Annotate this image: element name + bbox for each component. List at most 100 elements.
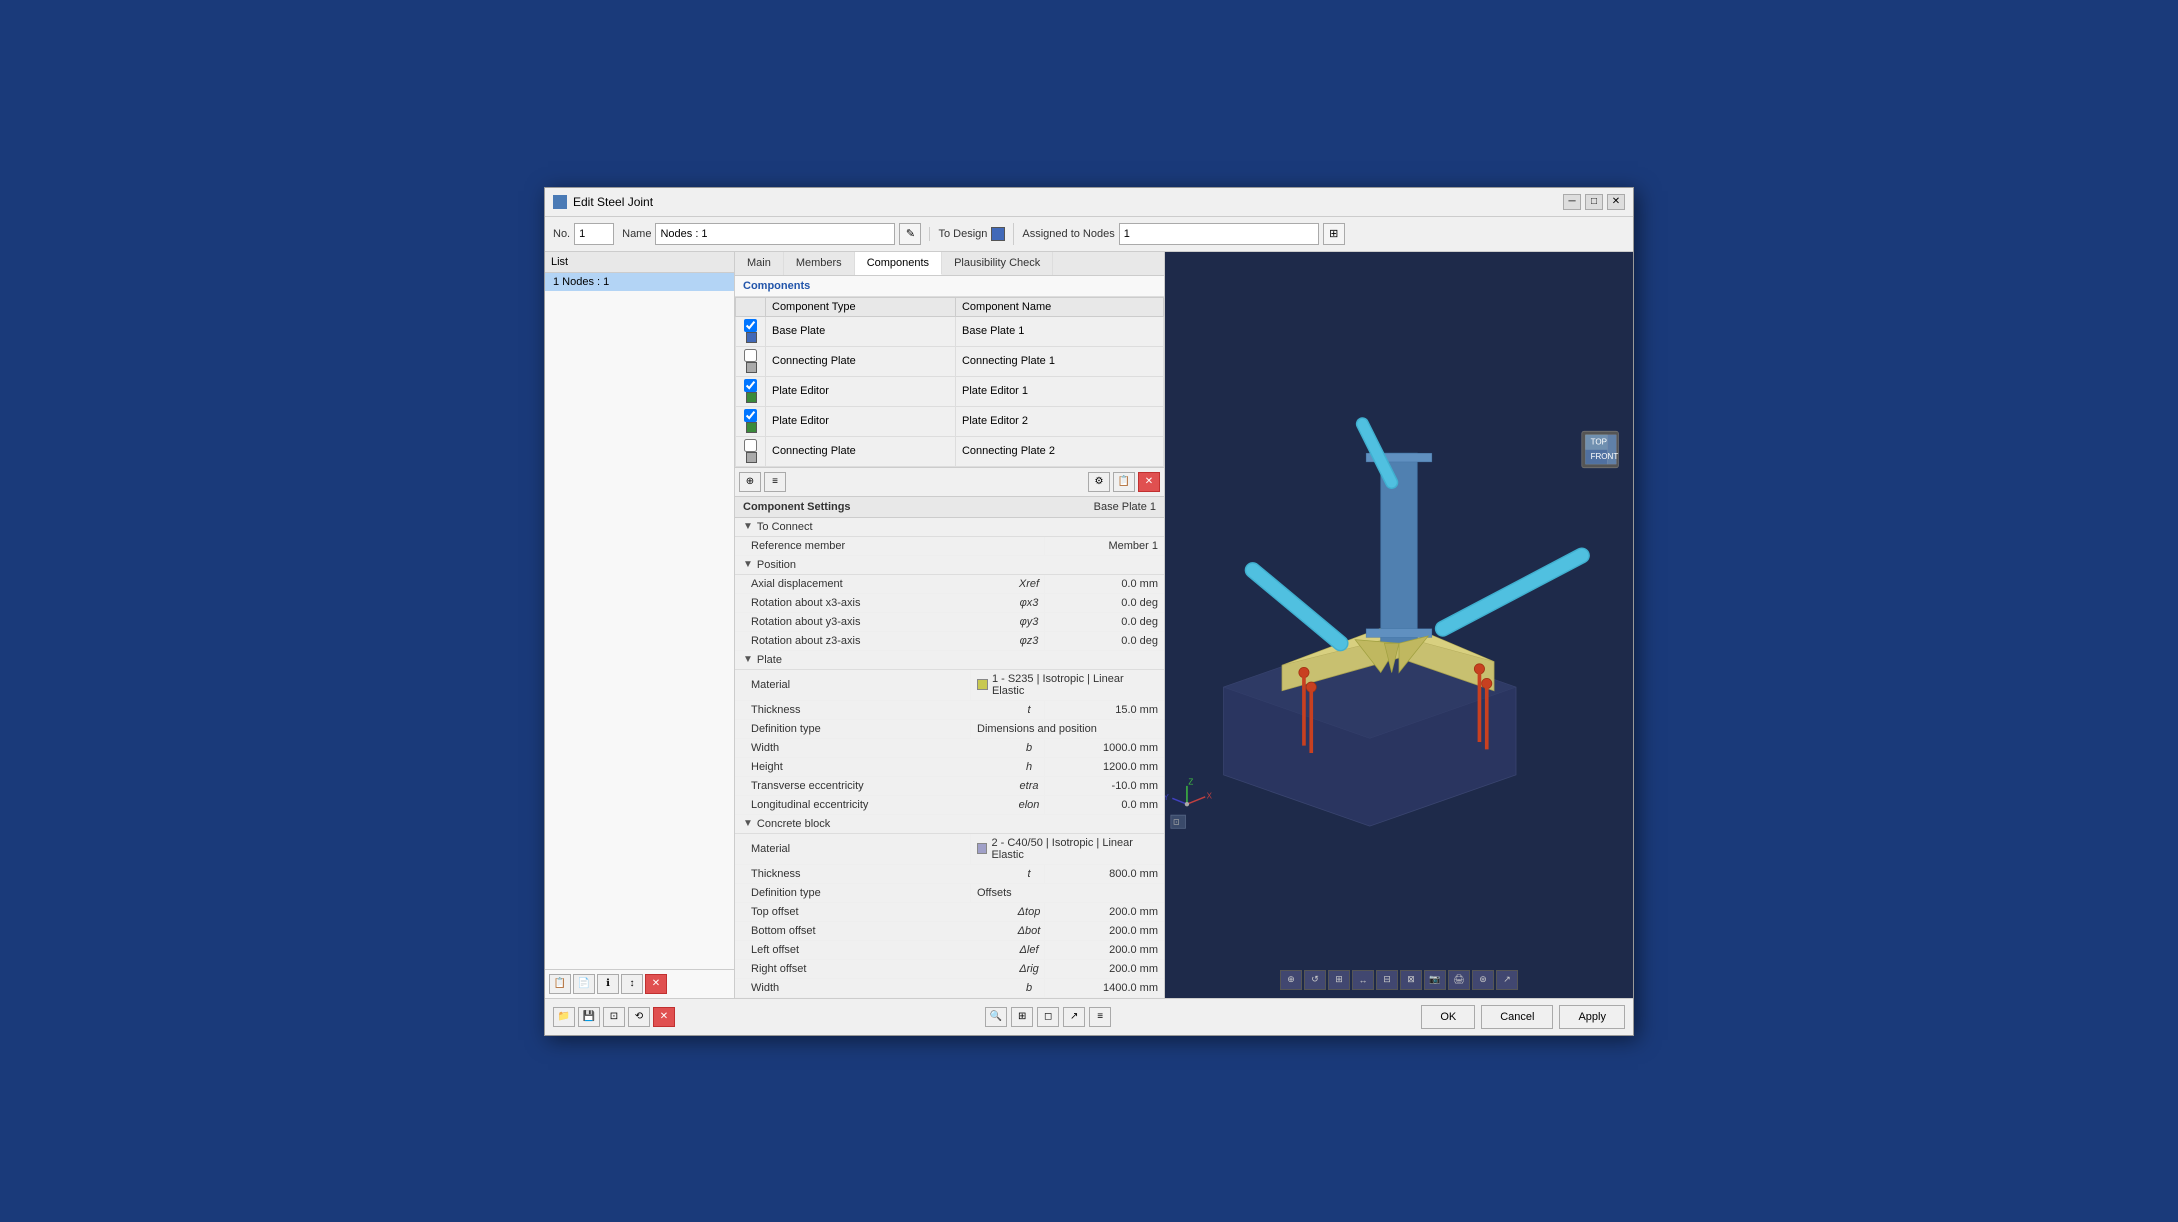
settings-row: Rotation about y3-axis φy3 0.0 deg bbox=[735, 613, 1164, 632]
list-item[interactable]: 1 Nodes : 1 bbox=[545, 273, 734, 291]
bt-2[interactable]: 💾 bbox=[578, 1007, 600, 1027]
tab-plausibility[interactable]: Plausibility Check bbox=[942, 252, 1053, 275]
settings-label: Material bbox=[735, 676, 940, 694]
bt-1[interactable]: 📁 bbox=[553, 1007, 575, 1027]
table-row[interactable]: Plate Editor Plate Editor 1 bbox=[736, 376, 1164, 406]
minimize-button[interactable]: ─ bbox=[1563, 194, 1581, 210]
bt-arrow[interactable]: ↗ bbox=[1063, 1007, 1085, 1027]
bt-grid[interactable]: ⊞ bbox=[1011, 1007, 1033, 1027]
view-btn-7[interactable]: 📷 bbox=[1424, 970, 1446, 990]
settings-value: Member 1 bbox=[1044, 537, 1164, 555]
bt-search[interactable]: 🔍 bbox=[985, 1007, 1007, 1027]
table-row[interactable]: Connecting Plate Connecting Plate 2 bbox=[736, 436, 1164, 466]
left-toolbar: 📋 📄 ℹ ↕ ✕ bbox=[545, 969, 734, 998]
tab-main[interactable]: Main bbox=[735, 252, 784, 275]
comp-info-button[interactable]: 📋 bbox=[1113, 472, 1135, 492]
view-btn-1[interactable]: ⊕ bbox=[1280, 970, 1302, 990]
list-item-label: 1 Nodes : 1 bbox=[553, 276, 609, 288]
view-btn-4[interactable]: ↔ bbox=[1352, 970, 1374, 990]
row-type: Plate Editor bbox=[766, 376, 956, 406]
bt-4[interactable]: ⟲ bbox=[628, 1007, 650, 1027]
collapse-icon: ▼ bbox=[743, 654, 753, 665]
components-section-header: Components bbox=[735, 276, 1164, 297]
settings-group-header[interactable]: ▼To Connect bbox=[735, 518, 1164, 537]
tab-members[interactable]: Members bbox=[784, 252, 855, 275]
view-btn-8[interactable]: 🖨 bbox=[1448, 970, 1470, 990]
middle-panel: Main Members Components Plausibility Che… bbox=[735, 252, 1165, 998]
bottom-toolbar: 📁 💾 ⊡ ⟲ ✕ bbox=[553, 1007, 675, 1027]
list-container: 1 Nodes : 1 bbox=[545, 273, 734, 969]
table-row[interactable]: Base Plate Base Plate 1 bbox=[736, 316, 1164, 346]
main-window: Edit Steel Joint ─ □ ✕ No. Name ✎ To Des… bbox=[544, 187, 1634, 1036]
titlebar-left: Edit Steel Joint bbox=[553, 195, 653, 209]
list-delete-button[interactable]: ✕ bbox=[645, 974, 667, 994]
cancel-button[interactable]: Cancel bbox=[1481, 1005, 1553, 1029]
view-btn-10[interactable]: ↗ bbox=[1496, 970, 1518, 990]
settings-value: 1000.0 mm bbox=[1044, 739, 1164, 757]
comp-delete-button[interactable]: ✕ bbox=[1138, 472, 1160, 492]
settings-group: ▼ Concrete block Material 2 - C40/50 | Is… bbox=[735, 815, 1164, 998]
ok-button[interactable]: OK bbox=[1421, 1005, 1475, 1029]
svg-text:FRONT: FRONT bbox=[1591, 452, 1619, 461]
bt-3[interactable]: ⊡ bbox=[603, 1007, 625, 1027]
apply-button[interactable]: Apply bbox=[1559, 1005, 1625, 1029]
settings-group: ▼To Connect Reference member Member 1 bbox=[735, 518, 1164, 556]
components-table: Component Type Component Name Base Plate… bbox=[735, 297, 1164, 467]
bt-5[interactable]: ✕ bbox=[653, 1007, 675, 1027]
maximize-button[interactable]: □ bbox=[1585, 194, 1603, 210]
view-toolbar: ⊕ ↺ ⊞ ↔ ⊟ ⊠ 📷 🖨 ⊛ ↗ bbox=[1165, 970, 1633, 990]
to-design-checkbox[interactable] bbox=[991, 227, 1005, 241]
settings-symbol: elon bbox=[1014, 796, 1044, 814]
settings-symbol: etra bbox=[1014, 777, 1044, 795]
bt-list[interactable]: ≡ bbox=[1089, 1007, 1111, 1027]
comp-add-button[interactable]: ⊕ bbox=[739, 472, 761, 492]
edit-name-button[interactable]: ✎ bbox=[899, 223, 921, 245]
settings-label: Right offset bbox=[735, 960, 1014, 978]
settings-row: Definition type Dimensions and position bbox=[735, 720, 1164, 739]
list-sort-button[interactable]: ↕ bbox=[621, 974, 643, 994]
name-label: Name bbox=[622, 228, 651, 240]
table-row[interactable]: Plate Editor Plate Editor 2 bbox=[736, 406, 1164, 436]
table-row[interactable]: Connecting Plate Connecting Plate 1 bbox=[736, 346, 1164, 376]
settings-group-header[interactable]: ▼Plate bbox=[735, 651, 1164, 670]
settings-symbol: φx3 bbox=[1014, 594, 1044, 612]
row-checkbox[interactable] bbox=[744, 439, 757, 452]
view-btn-9[interactable]: ⊛ bbox=[1472, 970, 1494, 990]
settings-row: Top offset Δtop 200.0 mm bbox=[735, 903, 1164, 922]
view-btn-5[interactable]: ⊟ bbox=[1376, 970, 1398, 990]
comp-toolbar-right: ⚙ 📋 ✕ bbox=[1088, 472, 1160, 492]
settings-row: Transverse eccentricity etra -10.0 mm bbox=[735, 777, 1164, 796]
row-checkbox[interactable] bbox=[744, 319, 757, 332]
collapse-icon: ▼ bbox=[743, 818, 753, 829]
list-add-button[interactable]: 📋 bbox=[549, 974, 571, 994]
comp-settings-button[interactable]: ⚙ bbox=[1088, 472, 1110, 492]
app-icon bbox=[553, 195, 567, 209]
no-input[interactable] bbox=[574, 223, 614, 245]
group-title: Concrete block bbox=[757, 818, 830, 830]
close-button[interactable]: ✕ bbox=[1607, 194, 1625, 210]
bt-select[interactable]: ◻ bbox=[1037, 1007, 1059, 1027]
tab-components[interactable]: Components bbox=[855, 252, 942, 275]
settings-row: Material 2 - C40/50 | Isotropic | Linear… bbox=[735, 834, 1164, 865]
assigned-input[interactable] bbox=[1119, 223, 1319, 245]
row-checkbox[interactable] bbox=[744, 349, 757, 362]
view-btn-2[interactable]: ↺ bbox=[1304, 970, 1326, 990]
row-checkbox[interactable] bbox=[744, 409, 757, 422]
svg-text:Z: Z bbox=[1188, 777, 1193, 786]
settings-group-header[interactable]: ▼ Concrete block bbox=[735, 815, 1164, 834]
list-info-button[interactable]: ℹ bbox=[597, 974, 619, 994]
comp-list-button[interactable]: ≡ bbox=[764, 472, 786, 492]
settings-label: Top offset bbox=[735, 903, 1014, 921]
settings-symbol bbox=[940, 846, 970, 852]
view-btn-6[interactable]: ⊠ bbox=[1400, 970, 1422, 990]
assigned-edit-button[interactable]: ⊞ bbox=[1323, 223, 1345, 245]
settings-symbol bbox=[1014, 543, 1044, 549]
svg-text:TOP: TOP bbox=[1591, 437, 1607, 446]
settings-group-header[interactable]: ▼Position bbox=[735, 556, 1164, 575]
name-input[interactable] bbox=[655, 223, 895, 245]
list-copy-button[interactable]: 📄 bbox=[573, 974, 595, 994]
view-btn-3[interactable]: ⊞ bbox=[1328, 970, 1350, 990]
comp-toolbar: ⊕ ≡ ⚙ 📋 ✕ bbox=[735, 467, 1164, 497]
settings-row: Reference member Member 1 bbox=[735, 537, 1164, 556]
row-checkbox[interactable] bbox=[744, 379, 757, 392]
